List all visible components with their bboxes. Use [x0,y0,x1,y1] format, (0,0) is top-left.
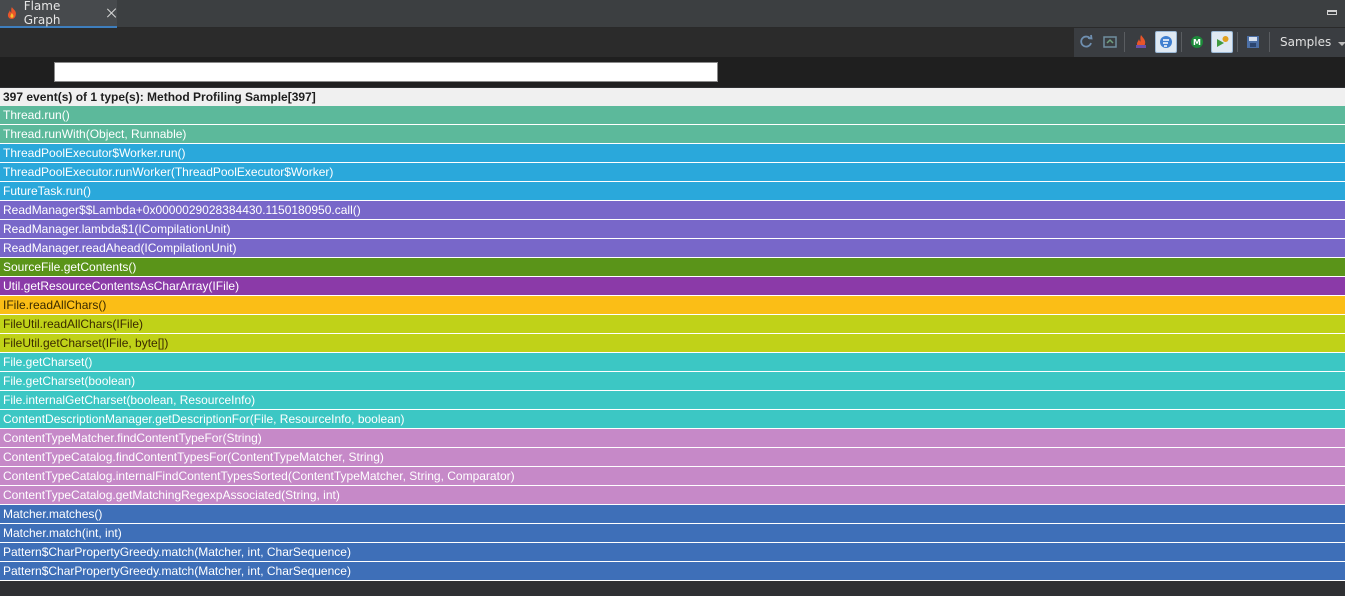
flame-view-button[interactable] [1130,31,1152,53]
run-icon [1217,36,1229,47]
flame-frame[interactable]: ReadManager$$Lambda+0x0000029028384430.1… [0,201,1345,220]
view-tab-bar: Flame Graph [0,0,1345,28]
flame-frame[interactable]: FileUtil.getCharset(IFile, byte[]) [0,334,1345,353]
flame-frame[interactable]: SourceFile.getContents() [0,258,1345,277]
flame-icon [7,7,16,19]
summary-header: 397 event(s) of 1 type(s): Method Profil… [0,88,1345,106]
samples-dropdown-label[interactable]: Samples [1280,35,1331,49]
flame-frame[interactable]: ContentDescriptionManager.getDescription… [0,410,1345,429]
run-button[interactable] [1211,31,1233,53]
flame-frame[interactable]: ContentTypeCatalog.findContentTypesFor(C… [0,448,1345,467]
flame-frame[interactable]: ReadManager.lambda$1(ICompilationUnit) [0,220,1345,239]
flame-frame[interactable]: File.getCharset(boolean) [0,372,1345,391]
icicle-view-icon [1160,36,1172,48]
minimize-icon[interactable] [1327,10,1337,15]
flame-frame[interactable]: ThreadPoolExecutor$Worker.run() [0,144,1345,163]
save-icon [1247,36,1259,48]
toolbar-separator [1124,32,1125,52]
search-bar [0,57,1345,87]
flame-frame[interactable]: Matcher.matches() [0,505,1345,524]
flame-frame[interactable]: Pattern$CharPropertyGreedy.match(Matcher… [0,562,1345,581]
flame-frame[interactable]: IFile.readAllChars() [0,296,1345,315]
svg-text:M: M [1193,38,1201,47]
flame-frame[interactable]: ContentTypeMatcher.findContentTypeFor(St… [0,429,1345,448]
tab-title: Flame Graph [23,0,61,27]
flame-frame[interactable]: Util.getResourceContentsAsCharArray(IFil… [0,277,1345,296]
refresh-icon [1080,34,1093,48]
close-icon[interactable] [107,8,117,18]
flame-frame[interactable]: File.getCharset() [0,353,1345,372]
flame-frame[interactable]: FileUtil.readAllChars(IFile) [0,315,1345,334]
flame-graph: Thread.run() Thread.runWith(Object, Runna… [0,106,1345,581]
flame-frame[interactable]: Pattern$CharPropertyGreedy.match(Matcher… [0,543,1345,562]
flame-frame[interactable]: ReadManager.readAhead(ICompilationUnit) [0,239,1345,258]
flame-frame[interactable]: ThreadPoolExecutor.runWorker(ThreadPoolE… [0,163,1345,182]
method-icon: M [1191,36,1203,48]
flame-frame[interactable]: File.internalGetCharset(boolean, Resourc… [0,391,1345,410]
toolbar: M Samples [0,28,1345,57]
flame-frame[interactable]: ContentTypeCatalog.getMatchingRegexpAsso… [0,486,1345,505]
flame-frame[interactable]: Thread.runWith(Object, Runnable) [0,125,1345,144]
export-button[interactable] [1099,31,1121,53]
flame-frame[interactable]: ContentTypeCatalog.internalFindContentTy… [0,467,1345,486]
flame-view-icon [1136,35,1146,48]
refresh-button[interactable] [1075,31,1097,53]
search-input[interactable] [54,62,718,82]
flame-frame[interactable]: Thread.run() [0,106,1345,125]
chevron-down-icon[interactable] [1338,42,1345,46]
tab-flame-graph[interactable]: Flame Graph [0,0,117,28]
method-button[interactable]: M [1186,31,1208,53]
toolbar-separator [1181,32,1182,52]
icicle-view-button[interactable] [1155,31,1177,53]
toolbar-separator [1237,32,1238,52]
flame-frame[interactable]: FutureTask.run() [0,182,1345,201]
toolbar-separator [1269,32,1270,52]
save-button[interactable] [1242,31,1264,53]
flame-frame[interactable]: Matcher.match(int, int) [0,524,1345,543]
export-icon [1103,36,1117,48]
